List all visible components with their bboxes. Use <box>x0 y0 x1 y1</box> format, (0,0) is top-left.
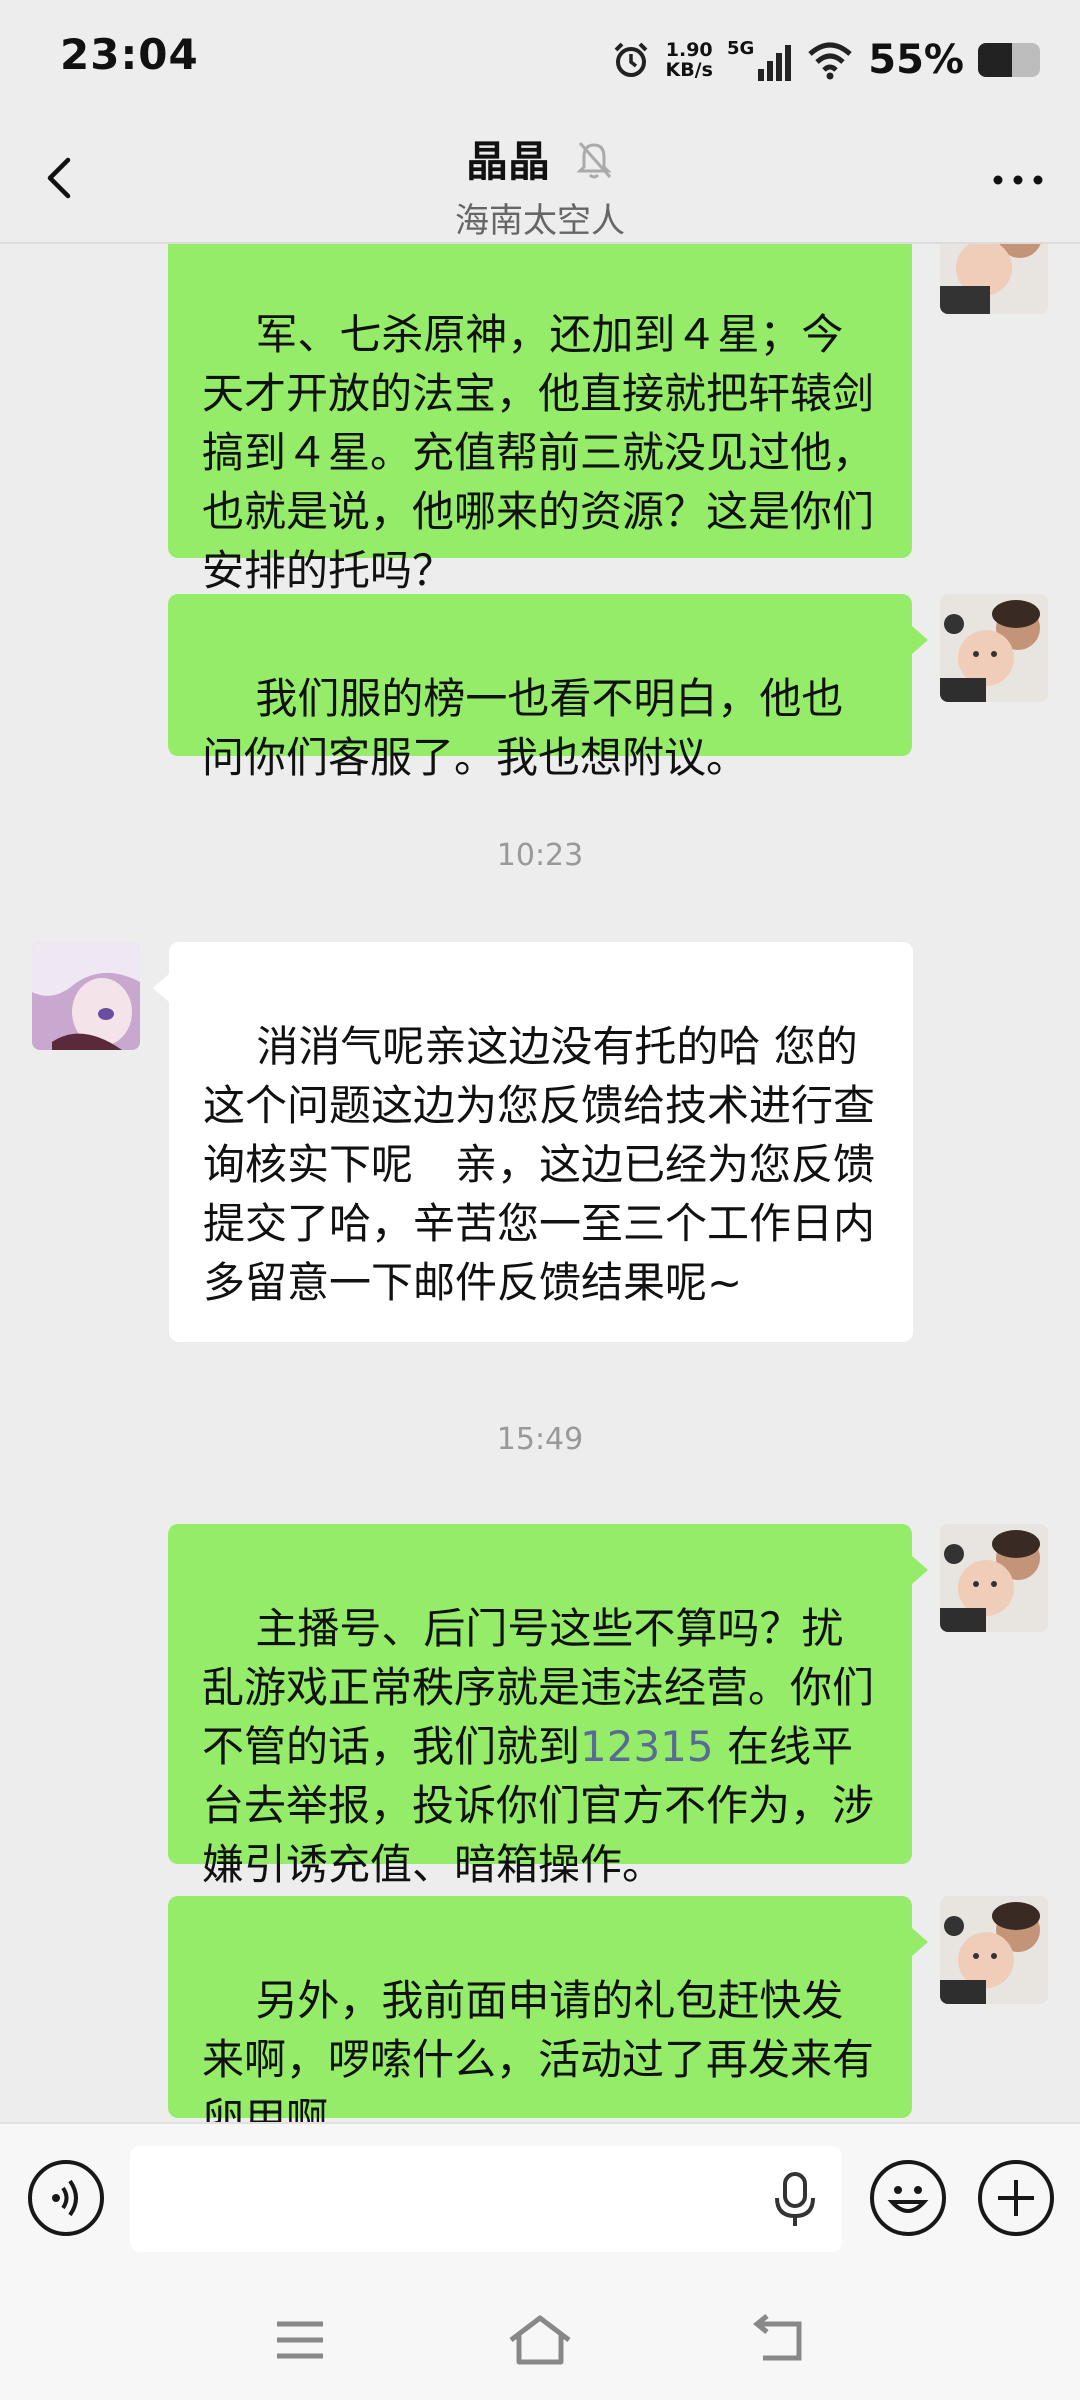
my-avatar[interactable] <box>940 244 1048 314</box>
message-input[interactable] <box>130 2146 842 2252</box>
back-nav-icon[interactable] <box>745 2312 815 2368</box>
chat-subtitle: 海南太空人 <box>455 201 625 241</box>
baby-photo-icon <box>940 244 1048 314</box>
baby-photo-icon <box>940 594 1048 702</box>
menu-icon[interactable] <box>265 2312 335 2368</box>
voice-icon <box>52 2179 78 2217</box>
emoji-button[interactable] <box>870 2160 946 2236</box>
baby-photo-icon <box>940 1896 1048 2004</box>
message-bubble-mine[interactable]: 另外，我前面申请的礼包赶快发来啊，啰嗦什么，活动过了再发来有卵用啊 <box>168 1896 912 2122</box>
status-time: 23:04 <box>60 30 199 79</box>
voice-toggle-button[interactable] <box>28 2160 104 2236</box>
message-bubble-mine[interactable]: 军、七杀原神，还加到４星；今天才开放的法宝，他直接就把轩辕剑搞到４星。充值帮前三… <box>168 244 912 595</box>
anime-avatar-icon <box>32 942 140 1050</box>
message-bubble-mine[interactable]: 我们服的榜一也看不明白，他也问你们客服了。我也想附议。 <box>168 594 912 782</box>
message-text: 军、七杀原神，还加到４星；今天才开放的法宝，他直接就把轩辕剑搞到４星。充值帮前三… <box>202 310 875 595</box>
more-icon[interactable] <box>986 150 1050 210</box>
my-avatar[interactable] <box>940 1896 1048 2004</box>
home-icon[interactable] <box>505 2312 575 2368</box>
contact-avatar[interactable] <box>32 942 140 1050</box>
bubble-tail <box>912 1556 928 1584</box>
message-timestamp: 15:49 <box>496 1422 584 1457</box>
mute-bell-icon <box>576 141 612 178</box>
input-bar <box>0 2122 1080 2270</box>
wifi-icon <box>808 42 852 80</box>
battery-icon <box>978 43 1040 77</box>
emoji-icon <box>887 2186 929 2213</box>
net-speed-value: 1.90 <box>665 39 713 61</box>
message-timestamp: 10:23 <box>496 838 584 873</box>
system-nav-bar <box>0 2270 1080 2400</box>
my-avatar[interactable] <box>940 594 1048 702</box>
signal-indicator: 5G <box>727 38 792 83</box>
message-list[interactable]: 军、七杀原神，还加到４星；今天才开放的法宝，他直接就把轩辕剑搞到４星。充值帮前三… <box>0 244 1080 2122</box>
status-icons: 1.90 KB/s 5G 55% <box>611 30 1040 90</box>
battery-text: 55% <box>868 37 964 83</box>
plus-icon <box>998 2180 1034 2216</box>
message-bubble-theirs[interactable]: 消消气呢亲这边没有托的哈 您的这个问题这边为您反馈给技术进行查询核实下呢 亲，这… <box>169 942 913 1342</box>
message-bubble-mine[interactable]: 主播号、后门号这些不算吗？扰乱游戏正常秩序就是违法经营。你们不管的话，我们就到1… <box>168 1524 912 1889</box>
battery-fill <box>978 43 1013 77</box>
status-bar: 23:04 1.90 KB/s 5G 55% <box>0 0 1080 120</box>
bubble-tail <box>912 1928 928 1956</box>
message-text: 另外，我前面申请的礼包赶快发来啊，啰嗦什么，活动过了再发来有卵用啊 <box>202 1976 875 2122</box>
message-text: 我们服的榜一也看不明白，他也问你们客服了。我也想附议。 <box>202 674 844 782</box>
network-type: 5G <box>726 37 755 59</box>
net-speed-unit: KB/s <box>665 59 713 81</box>
alarm-icon <box>615 42 648 77</box>
bubble-tail <box>153 974 169 1002</box>
microphone-icon[interactable] <box>770 2172 820 2228</box>
title-block: 晶晶 海南太空人 <box>0 128 1080 242</box>
my-avatar[interactable] <box>940 1524 1048 1632</box>
chat-title: 晶晶 <box>465 137 550 186</box>
net-speed: 1.90 KB/s <box>665 40 712 80</box>
message-text: 消消气呢亲这边没有托的哈 您的这个问题这边为您反馈给技术进行查询核实下呢 亲，这… <box>203 1022 876 1307</box>
signal-icon <box>758 44 792 81</box>
phone-number-link[interactable]: 12315 <box>580 1722 714 1771</box>
add-more-button[interactable] <box>978 2160 1054 2236</box>
chat-header: 晶晶 海南太空人 <box>0 120 1080 244</box>
baby-photo-icon <box>940 1524 1048 1632</box>
bubble-tail <box>912 626 928 654</box>
